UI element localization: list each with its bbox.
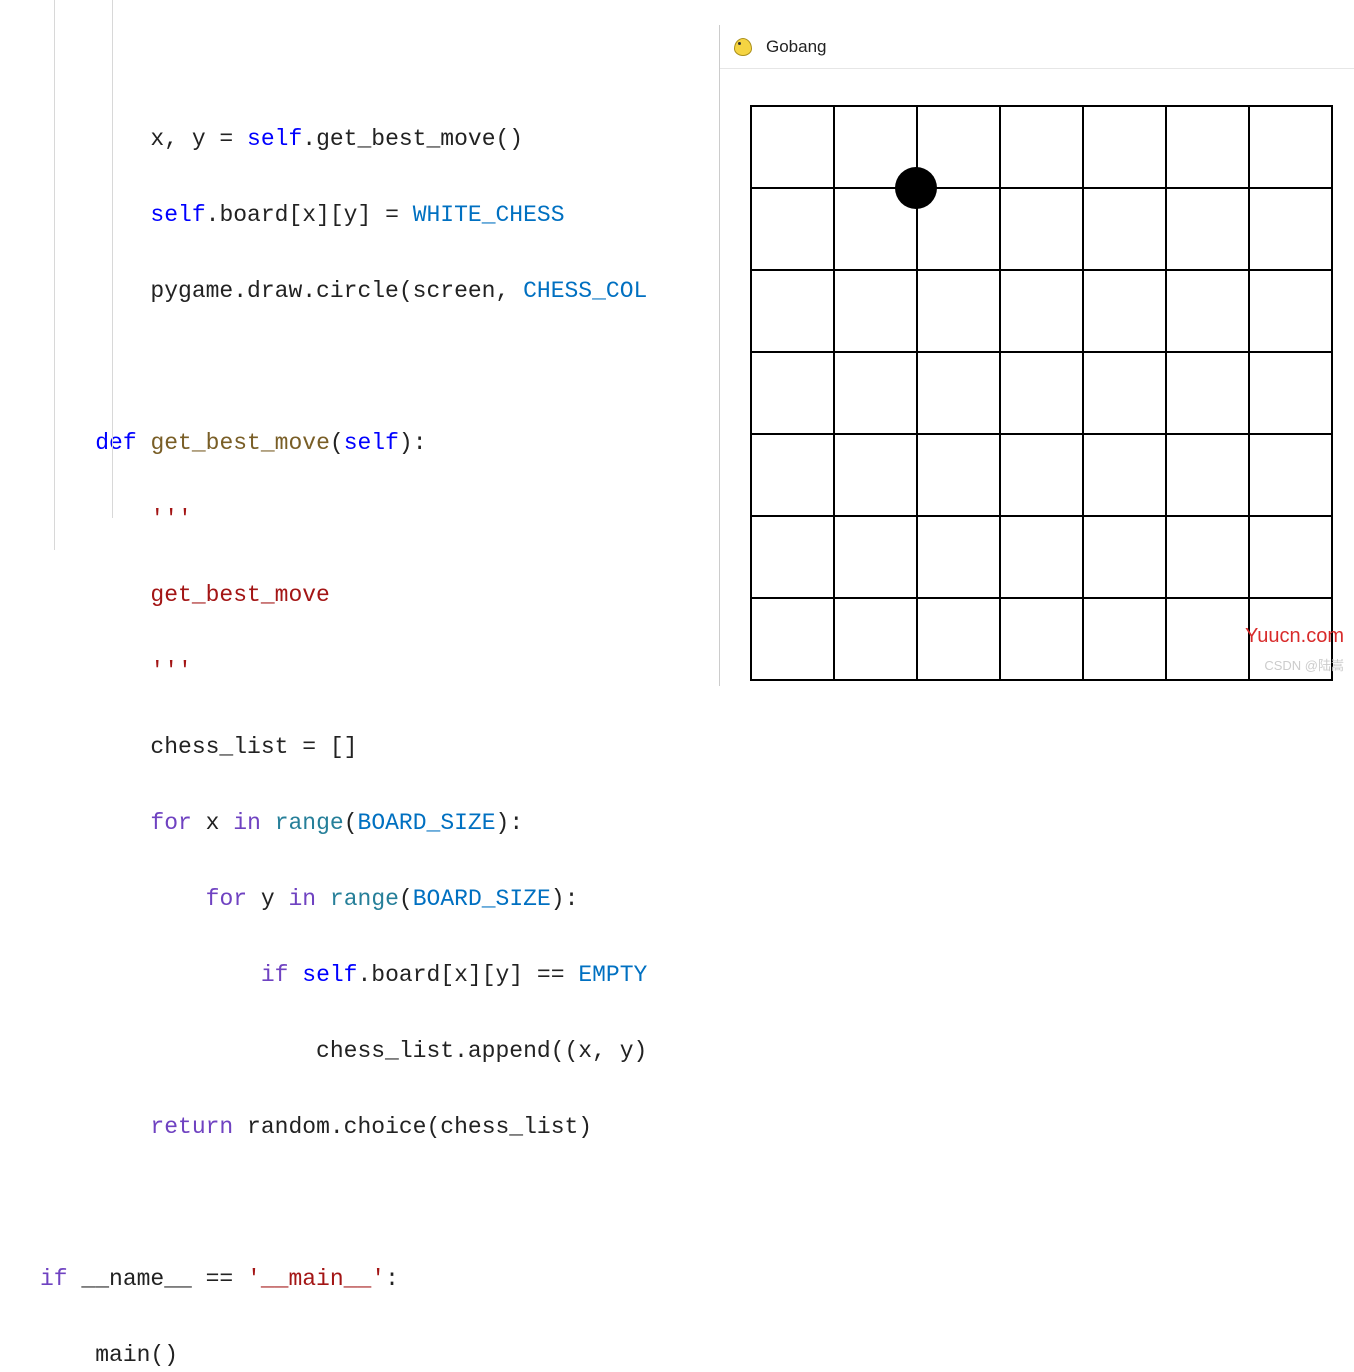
board-cell[interactable] xyxy=(1000,516,1083,598)
code-line[interactable]: ''' xyxy=(40,500,680,538)
code-line[interactable]: chess_list = [] xyxy=(40,728,680,766)
board-cell[interactable] xyxy=(917,598,1000,680)
board-cell[interactable] xyxy=(917,270,1000,352)
board-cell[interactable] xyxy=(751,516,834,598)
board-cell[interactable] xyxy=(917,516,1000,598)
code-line[interactable]: def get_best_move(self): xyxy=(40,424,680,462)
board-cell[interactable] xyxy=(917,352,1000,434)
board-cell[interactable] xyxy=(751,188,834,270)
window-title: Gobang xyxy=(766,37,827,57)
board-cell[interactable] xyxy=(1000,598,1083,680)
code-line[interactable] xyxy=(40,1184,680,1222)
board-cell[interactable] xyxy=(1249,434,1332,516)
code-line[interactable]: main() xyxy=(40,1336,680,1372)
board-cell[interactable] xyxy=(1166,516,1249,598)
board-cell[interactable] xyxy=(751,598,834,680)
code-line[interactable] xyxy=(40,348,680,386)
board-cell[interactable] xyxy=(751,270,834,352)
board-cell[interactable] xyxy=(751,434,834,516)
code-line[interactable]: for y in range(BOARD_SIZE): xyxy=(40,880,680,918)
board-cell[interactable] xyxy=(1083,598,1166,680)
board-cell[interactable] xyxy=(917,434,1000,516)
gobang-board[interactable] xyxy=(750,105,1333,681)
board-cell[interactable] xyxy=(1249,516,1332,598)
board-cell[interactable] xyxy=(1000,106,1083,188)
board-cell[interactable] xyxy=(1083,516,1166,598)
board-cell[interactable] xyxy=(1249,352,1332,434)
board-cell[interactable] xyxy=(1083,434,1166,516)
board-cell[interactable] xyxy=(1166,598,1249,680)
board-cell[interactable] xyxy=(834,270,917,352)
board-cell[interactable] xyxy=(1000,434,1083,516)
board-cell[interactable] xyxy=(1249,270,1332,352)
chess-piece-black xyxy=(895,167,937,209)
code-line[interactable]: ''' xyxy=(40,652,680,690)
pygame-icon xyxy=(730,35,756,59)
board-cell[interactable] xyxy=(1166,106,1249,188)
code-line[interactable]: if __name__ == '__main__': xyxy=(40,1260,680,1298)
indent-guide xyxy=(54,0,55,550)
code-line[interactable]: get_best_move xyxy=(40,576,680,614)
board-cell[interactable] xyxy=(1083,188,1166,270)
code-line[interactable]: if self.board[x][y] == EMPTY xyxy=(40,956,680,994)
pygame-window[interactable]: Gobang xyxy=(720,25,1354,686)
board-cell[interactable] xyxy=(1083,352,1166,434)
watermark-site: Yuucn.com xyxy=(1245,625,1344,648)
code-line[interactable]: return random.choice(chess_list) xyxy=(40,1108,680,1146)
code-line[interactable]: for x in range(BOARD_SIZE): xyxy=(40,804,680,842)
board-cell[interactable] xyxy=(1249,188,1332,270)
board-cell[interactable] xyxy=(834,516,917,598)
board-cell[interactable] xyxy=(1166,352,1249,434)
titlebar[interactable]: Gobang xyxy=(720,25,1354,69)
board-cell[interactable] xyxy=(1166,434,1249,516)
board-cell[interactable] xyxy=(1166,270,1249,352)
board-cell[interactable] xyxy=(834,598,917,680)
board-cell[interactable] xyxy=(1000,352,1083,434)
code-line[interactable]: x, y = self.get_best_move() xyxy=(40,120,680,158)
board-cell[interactable] xyxy=(751,106,834,188)
board-cell[interactable] xyxy=(834,352,917,434)
board-cell[interactable] xyxy=(751,352,834,434)
code-editor[interactable]: x, y = self.get_best_move() self.board[x… xyxy=(0,0,720,686)
board-cell[interactable] xyxy=(1166,188,1249,270)
board-cell[interactable] xyxy=(1083,270,1166,352)
indent-guide xyxy=(112,0,113,518)
board-cell[interactable] xyxy=(1000,270,1083,352)
watermark-csdn: CSDN @陆嵩 xyxy=(1264,655,1344,674)
board-cell[interactable] xyxy=(1249,106,1332,188)
code-line[interactable]: self.board[x][y] = WHITE_CHESS xyxy=(40,196,680,234)
code-line[interactable]: pygame.draw.circle(screen, CHESS_COL xyxy=(40,272,680,310)
board-area[interactable] xyxy=(750,105,1354,681)
board-cell[interactable] xyxy=(1083,106,1166,188)
code-line[interactable]: chess_list.append((x, y) xyxy=(40,1032,680,1070)
board-cell[interactable] xyxy=(1000,188,1083,270)
board-cell[interactable] xyxy=(834,434,917,516)
